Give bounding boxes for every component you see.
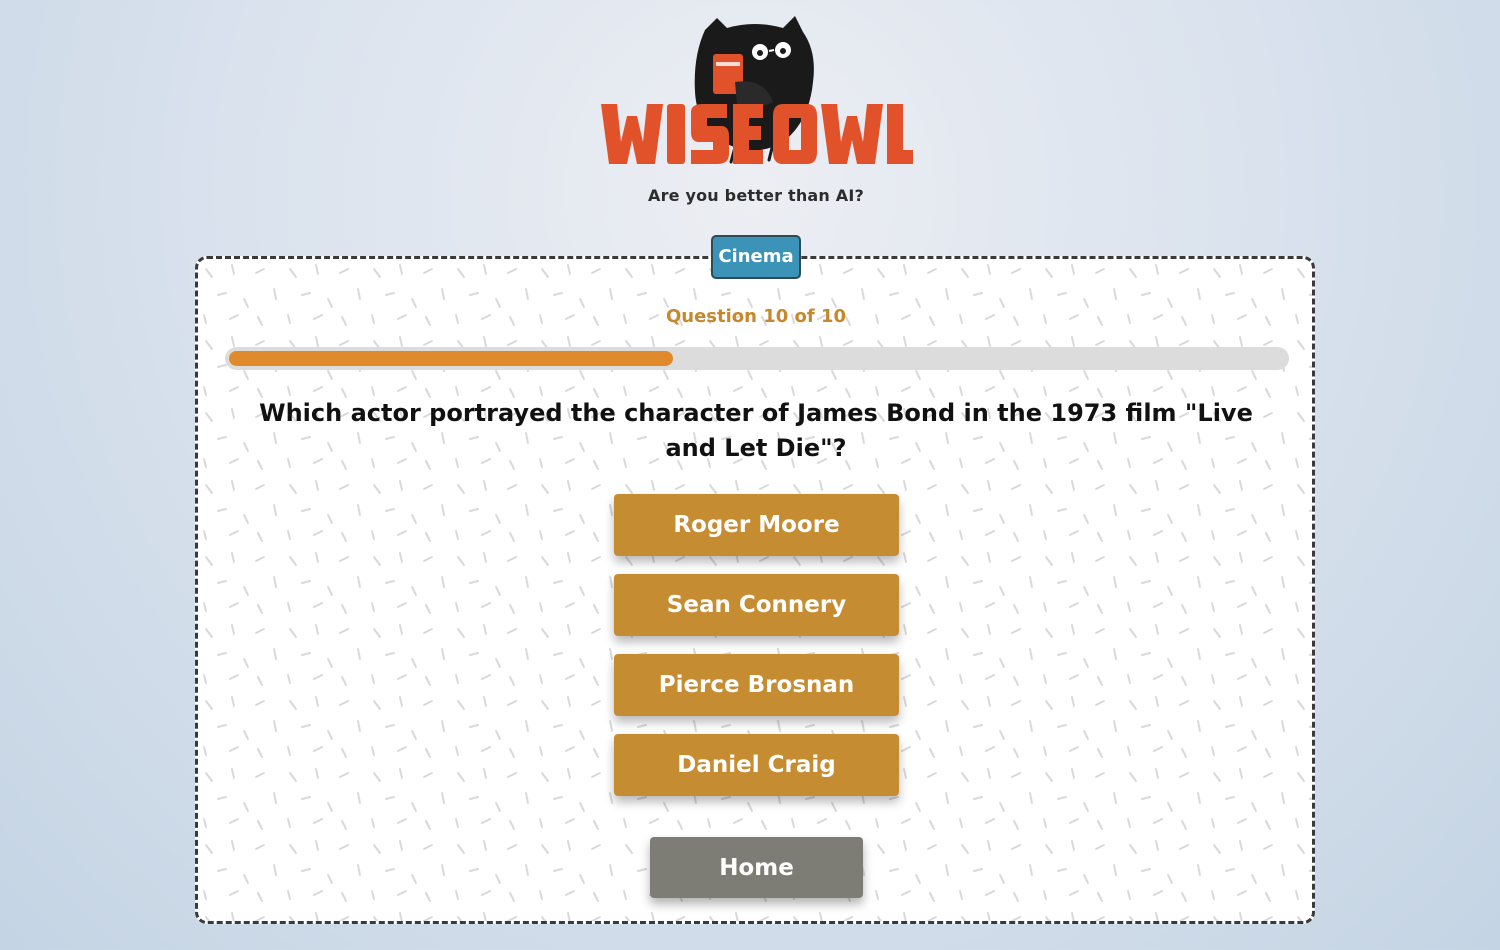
category-badge: Cinema <box>711 235 801 279</box>
progress-bar-fill <box>229 351 673 366</box>
wise-owl-wordmark-icon <box>601 104 913 164</box>
question-counter: Question 10 of 10 <box>665 306 847 327</box>
answer-button[interactable]: Daniel Craig <box>614 734 899 796</box>
progress-bar <box>225 347 1289 370</box>
wise-owl-logo-icon <box>601 16 913 164</box>
answer-button[interactable]: Roger Moore <box>614 494 899 556</box>
home-button[interactable]: Home <box>650 837 863 898</box>
answer-button[interactable]: Pierce Brosnan <box>614 654 899 716</box>
answer-list: Roger Moore Sean Connery Pierce Brosnan … <box>614 494 899 814</box>
answer-button[interactable]: Sean Connery <box>614 574 899 636</box>
header: Are you better than AI? <box>0 0 1500 215</box>
question-text: Which actor portrayed the character of J… <box>259 399 1253 462</box>
tagline: Are you better than AI? <box>647 186 864 205</box>
